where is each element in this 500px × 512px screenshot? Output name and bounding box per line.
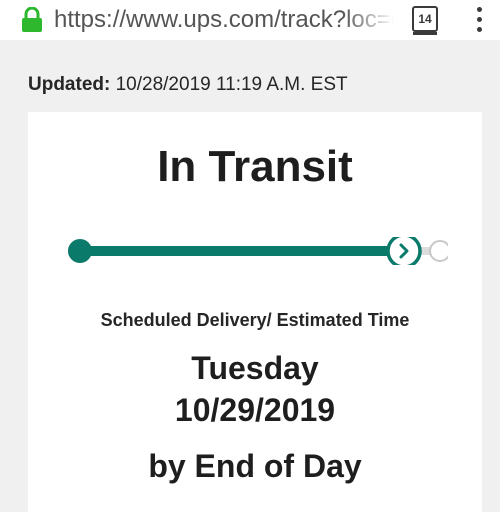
delivery-date: 10/29/2019: [174, 392, 336, 428]
more-vert-icon[interactable]: [470, 3, 490, 37]
tab-count: 14: [412, 6, 438, 32]
lock-icon: [22, 7, 42, 32]
browser-toolbar: https://www.ups.com/track?loc=en 14: [0, 0, 500, 40]
status-title: In Transit: [157, 142, 353, 191]
updated-value: 10/28/2019 11:19 A.M. EST: [115, 74, 348, 95]
progress-bar: [68, 237, 448, 265]
url-field[interactable]: https://www.ups.com/track?loc=en: [54, 6, 394, 34]
tab-switcher-underline: [413, 32, 437, 35]
menu-dot: [477, 17, 482, 22]
menu-dot: [477, 27, 482, 32]
scheduled-delivery-label: Scheduled Delivery/ Estimated Time: [100, 310, 410, 330]
tracking-status-card: In Transit Scheduled Delivery/ Estimated…: [28, 112, 482, 512]
menu-dot: [477, 7, 482, 12]
delivery-time: by End of Day: [148, 448, 362, 484]
tab-switcher-button[interactable]: 14: [410, 5, 440, 35]
progress-end-dot: [429, 240, 448, 262]
updated-label: Updated:: [28, 74, 111, 95]
delivery-day: Tuesday: [191, 350, 319, 386]
progress-current-marker: [386, 237, 422, 265]
updated-timestamp: Updated: 10/28/2019 11:19 A.M. EST: [28, 74, 348, 96]
progress-start-dot: [68, 239, 92, 263]
